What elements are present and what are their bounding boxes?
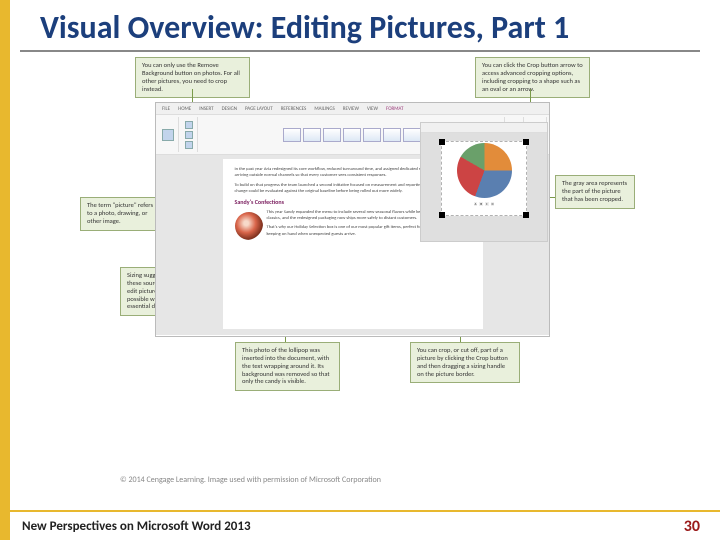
crop-marquee	[441, 141, 527, 216]
picture-style-thumb	[323, 128, 341, 142]
footer-book-title: New Perspectives on Microsoft Word 2013	[22, 519, 251, 534]
lollipop-image	[235, 212, 263, 240]
tab-home: HOME	[178, 106, 191, 112]
ribbon-group-corrections	[181, 117, 198, 152]
tab-design: DESIGN	[222, 106, 237, 112]
crop-example-panel: A B C D	[420, 122, 548, 242]
remove-background-icon	[162, 129, 174, 141]
title-area: Visual Overview: Editing Pictures, Part …	[20, 0, 700, 52]
callout-crop-drag: You can crop, or cut off, part of a pict…	[410, 342, 520, 383]
artistic-effects-icon	[185, 141, 193, 149]
copyright-text: © 2014 Cengage Learning. Image used with…	[120, 475, 381, 485]
tab-file: FILE	[162, 106, 170, 112]
cropped-area	[421, 141, 441, 216]
cropped-area	[421, 216, 547, 241]
tab-references: REFERENCES	[281, 106, 307, 112]
footer: New Perspectives on Microsoft Word 2013 …	[10, 510, 720, 540]
tab-mailings: MAILINGS	[314, 106, 334, 112]
tab-format: FORMAT	[386, 106, 404, 112]
ribbon-group-adjust	[158, 117, 179, 152]
color-icon	[185, 131, 193, 139]
slide-title: Visual Overview: Editing Pictures, Part …	[40, 10, 680, 45]
callout-picture-term: The term "picture" refers to a photo, dr…	[80, 197, 165, 230]
picture-style-thumb	[343, 128, 361, 142]
crop-handle-icon	[523, 139, 529, 145]
figure: You can only use the Remove Background b…	[80, 57, 640, 397]
callout-gray-area: The gray area represents the part of the…	[555, 175, 635, 208]
callout-crop-arrow: You can click the Crop button arrow to a…	[475, 57, 590, 98]
tab-review: REVIEW	[343, 106, 359, 112]
cropped-area	[527, 141, 547, 216]
crop-handle-icon	[439, 212, 445, 218]
ribbon-tabs: FILE HOME INSERT DESIGN PAGE LAYOUT REFE…	[156, 103, 549, 115]
tab-view: VIEW	[367, 106, 378, 112]
picture-style-thumb	[283, 128, 301, 142]
picture-style-thumb	[403, 128, 421, 142]
content-area: You can only use the Remove Background b…	[10, 52, 720, 432]
picture-style-thumb	[363, 128, 381, 142]
tab-insert: INSERT	[199, 106, 213, 112]
tab-pagelayout: PAGE LAYOUT	[245, 106, 273, 112]
picture-style-thumb	[303, 128, 321, 142]
crop-handle-icon	[523, 212, 529, 218]
callout-lollipop: This photo of the lollipop was inserted …	[235, 342, 340, 391]
page-number: 30	[684, 517, 700, 536]
slide: Visual Overview: Editing Pictures, Part …	[0, 0, 720, 540]
corrections-icon	[185, 121, 193, 129]
crop-handle-icon	[439, 139, 445, 145]
picture-style-thumb	[383, 128, 401, 142]
panel-header	[421, 123, 547, 133]
